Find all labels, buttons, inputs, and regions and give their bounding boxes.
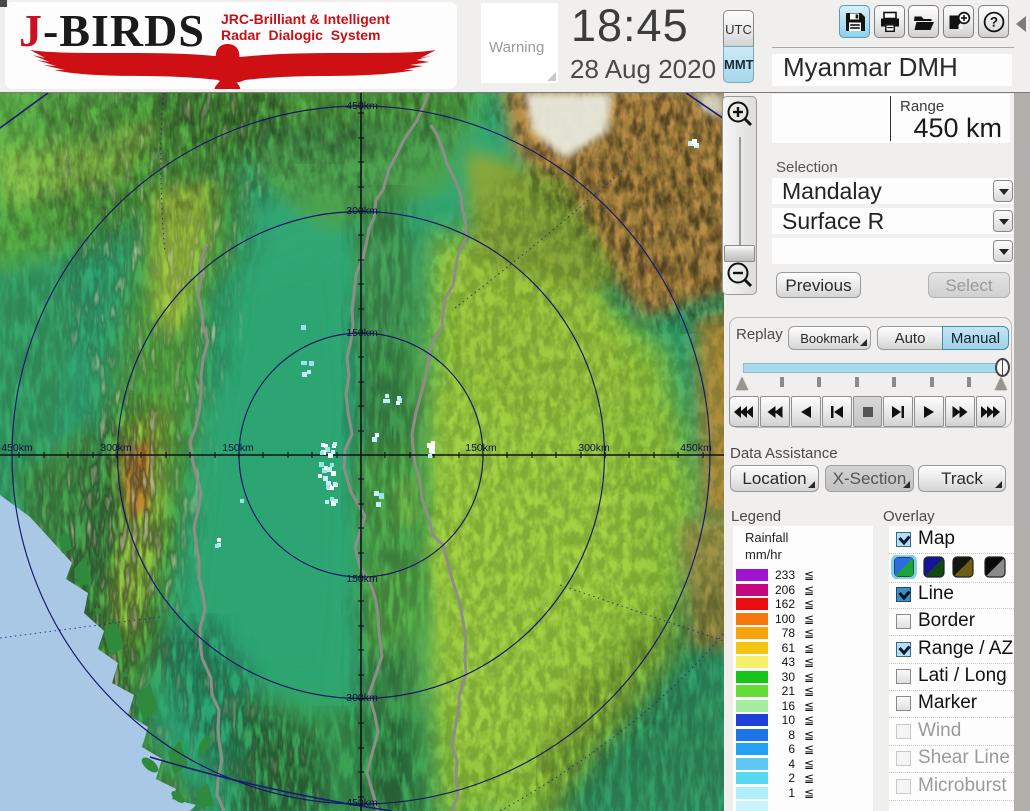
svg-text:300km: 300km — [100, 442, 132, 454]
svg-text:450km: 450km — [680, 442, 712, 454]
svg-text:300km: 300km — [346, 205, 378, 217]
svg-text:150km: 150km — [222, 442, 254, 454]
svg-text:150km: 150km — [346, 327, 378, 339]
svg-text:300km: 300km — [346, 692, 378, 704]
svg-text:150km: 150km — [465, 442, 497, 454]
svg-text:150km: 150km — [346, 573, 378, 585]
svg-text:450km: 450km — [1, 442, 33, 454]
svg-text:?: ? — [990, 15, 998, 30]
svg-text:450km: 450km — [346, 797, 378, 809]
svg-text:450km: 450km — [346, 100, 378, 112]
svg-text:300km: 300km — [578, 442, 610, 454]
